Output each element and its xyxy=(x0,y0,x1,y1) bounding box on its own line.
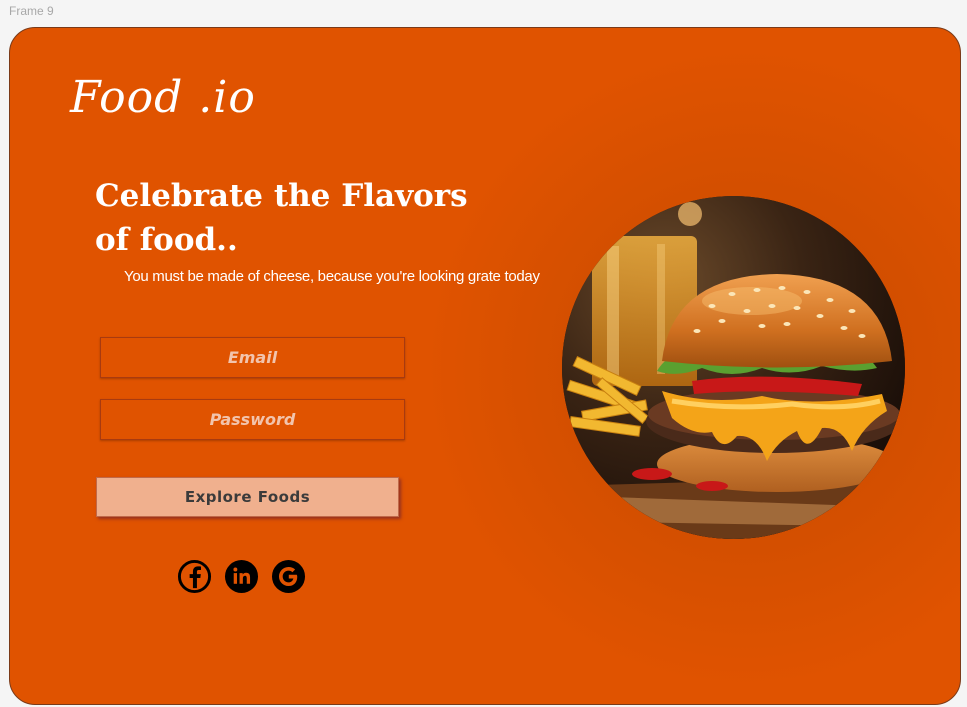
facebook-icon[interactable] xyxy=(177,559,212,594)
email-field[interactable] xyxy=(101,337,404,378)
brand-logo: Food .io xyxy=(70,72,256,123)
google-icon[interactable] xyxy=(271,559,306,594)
email-field-wrapper xyxy=(100,337,405,378)
burger-illustration xyxy=(562,196,905,539)
login-card: Food .io Celebrate the Flavors of food..… xyxy=(9,27,961,705)
password-field-wrapper xyxy=(100,399,405,440)
hero-tagline: You must be made of cheese, because you'… xyxy=(124,268,540,285)
explore-foods-button[interactable]: Explore Foods xyxy=(96,477,399,517)
password-field[interactable] xyxy=(101,399,404,440)
social-login-row xyxy=(177,559,306,594)
frame-label: Frame 9 xyxy=(9,4,54,18)
burger-image xyxy=(562,196,905,539)
hero-headline: Celebrate the Flavors of food.. xyxy=(95,178,468,258)
linkedin-icon[interactable] xyxy=(224,559,259,594)
